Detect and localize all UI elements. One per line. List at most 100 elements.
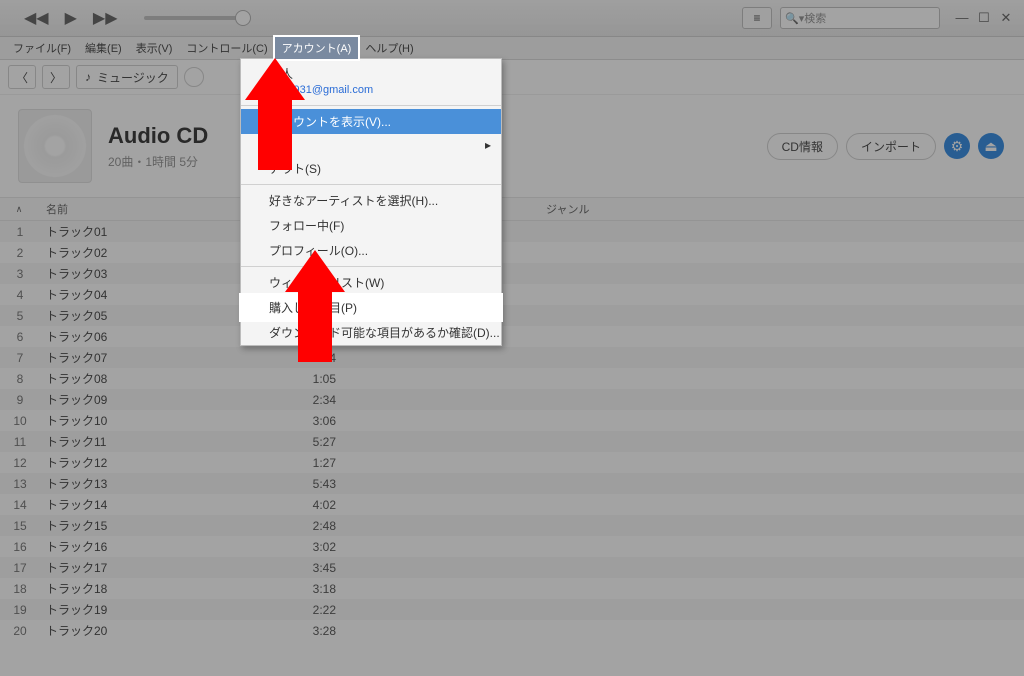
minimize-button[interactable]: — bbox=[952, 10, 972, 26]
play-icon[interactable]: ▶ bbox=[65, 8, 77, 28]
track-row[interactable]: 8トラック081:05 bbox=[0, 368, 1024, 389]
menu-item[interactable]: コントロール(C) bbox=[179, 37, 274, 59]
player-toolbar: ◀◀ ▶ ▶▶ ≡ 🔍▾ 検索 — ☐ ✕ bbox=[0, 0, 1024, 37]
dropdown-item[interactable]: ウィッシュリスト(W) bbox=[241, 270, 501, 295]
track-row[interactable]: 6トラック062:40 bbox=[0, 326, 1024, 347]
track-time: 3:06 bbox=[276, 414, 356, 428]
prev-icon[interactable]: ◀◀ bbox=[24, 8, 49, 28]
track-name: トラック17 bbox=[40, 559, 276, 576]
track-name: トラック12 bbox=[40, 454, 276, 471]
track-name: トラック11 bbox=[40, 433, 276, 450]
track-number: 11 bbox=[0, 435, 40, 449]
list-view-button[interactable]: ≡ bbox=[742, 7, 772, 29]
track-row[interactable]: 3トラック03 bbox=[0, 263, 1024, 284]
menu-bar: ファイル(F)編集(E)表示(V)コントロール(C)アカウント(A)ヘルプ(H) bbox=[0, 37, 1024, 60]
menu-item[interactable]: 編集(E) bbox=[78, 37, 129, 59]
track-row[interactable]: 5トラック055:05 bbox=[0, 305, 1024, 326]
track-number: 18 bbox=[0, 582, 40, 596]
track-row[interactable]: 16トラック163:02 bbox=[0, 536, 1024, 557]
track-time: 1:05 bbox=[276, 372, 356, 386]
track-row[interactable]: 4トラック04 bbox=[0, 284, 1024, 305]
track-row[interactable]: 7トラック072:44 bbox=[0, 347, 1024, 368]
track-name: トラック15 bbox=[40, 517, 276, 534]
track-row[interactable]: 15トラック152:48 bbox=[0, 515, 1024, 536]
track-time: 3:45 bbox=[276, 561, 356, 575]
menu-item[interactable]: ファイル(F) bbox=[6, 37, 78, 59]
track-number: 17 bbox=[0, 561, 40, 575]
track-name: トラック08 bbox=[40, 370, 276, 387]
cd-info-button[interactable]: CD情報 bbox=[767, 133, 838, 160]
cd-artwork bbox=[18, 109, 92, 183]
search-icon: 🔍▾ bbox=[785, 12, 804, 25]
track-time: 3:28 bbox=[276, 624, 356, 638]
back-button[interactable]: 〈 bbox=[8, 65, 36, 89]
maximize-button[interactable]: ☐ bbox=[974, 10, 994, 26]
track-time: 5:27 bbox=[276, 435, 356, 449]
track-name: トラック07 bbox=[40, 349, 276, 366]
album-header: Audio CD 20曲・1時間 5分 CD情報 インポート ⚙ ⏏ bbox=[0, 95, 1024, 197]
import-button[interactable]: インポート bbox=[846, 133, 936, 160]
activity-icon[interactable] bbox=[184, 67, 204, 87]
menu-item[interactable]: 表示(V) bbox=[129, 37, 180, 59]
menu-item[interactable]: ヘルプ(H) bbox=[358, 37, 420, 59]
track-columns-header: ∧ 名前 時間 アーティスト ジャンル bbox=[0, 197, 1024, 221]
track-number: 10 bbox=[0, 414, 40, 428]
close-button[interactable]: ✕ bbox=[996, 10, 1016, 26]
forward-button[interactable]: 〉 bbox=[42, 65, 70, 89]
annotation-arrow-1 bbox=[245, 58, 305, 170]
search-placeholder: 検索 bbox=[804, 10, 826, 26]
track-number: 15 bbox=[0, 519, 40, 533]
volume-slider[interactable] bbox=[144, 16, 244, 20]
track-number: 12 bbox=[0, 456, 40, 470]
dropdown-item[interactable]: ダウンロード可能な項目があるか確認(D)... bbox=[241, 320, 501, 345]
next-icon[interactable]: ▶▶ bbox=[93, 8, 118, 28]
track-name: トラック13 bbox=[40, 475, 276, 492]
track-time: 1:27 bbox=[276, 456, 356, 470]
track-row[interactable]: 14トラック144:02 bbox=[0, 494, 1024, 515]
dropdown-item[interactable]: フォロー中(F) bbox=[241, 213, 501, 238]
track-row[interactable]: 12トラック121:27 bbox=[0, 452, 1024, 473]
sort-asc-icon[interactable]: ∧ bbox=[16, 204, 23, 214]
dropdown-item[interactable]: 好きなアーティストを選択(H)... bbox=[241, 188, 501, 213]
track-name: トラック14 bbox=[40, 496, 276, 513]
search-input[interactable]: 🔍▾ 検索 bbox=[780, 7, 940, 29]
track-number: 8 bbox=[0, 372, 40, 386]
track-number: 4 bbox=[0, 288, 40, 302]
track-row[interactable]: 18トラック183:18 bbox=[0, 578, 1024, 599]
library-label: ミュージック bbox=[97, 69, 169, 86]
column-genre[interactable]: ジャンル bbox=[546, 201, 1024, 217]
track-number: 3 bbox=[0, 267, 40, 281]
annotation-arrow-2 bbox=[285, 250, 345, 362]
track-row[interactable]: 19トラック192:22 bbox=[0, 599, 1024, 620]
track-time: 3:18 bbox=[276, 582, 356, 596]
track-name: トラック09 bbox=[40, 391, 276, 408]
track-row[interactable]: 13トラック135:43 bbox=[0, 473, 1024, 494]
track-number: 19 bbox=[0, 603, 40, 617]
track-name: トラック20 bbox=[40, 622, 276, 639]
track-row[interactable]: 1トラック01 bbox=[0, 221, 1024, 242]
track-number: 20 bbox=[0, 624, 40, 638]
track-row[interactable]: 9トラック092:34 bbox=[0, 389, 1024, 410]
track-time: 2:22 bbox=[276, 603, 356, 617]
menu-item[interactable]: アカウント(A) bbox=[275, 37, 359, 59]
eject-button[interactable]: ⏏ bbox=[978, 133, 1004, 159]
track-time: 4:02 bbox=[276, 498, 356, 512]
library-selector[interactable]: ♪ ミュージック bbox=[76, 65, 178, 89]
track-number: 5 bbox=[0, 309, 40, 323]
track-row[interactable]: 10トラック103:06 bbox=[0, 410, 1024, 431]
track-number: 13 bbox=[0, 477, 40, 491]
track-number: 2 bbox=[0, 246, 40, 260]
music-note-icon: ♪ bbox=[85, 70, 91, 84]
track-row[interactable]: 2トラック02 bbox=[0, 242, 1024, 263]
dropdown-item[interactable]: 購入した項目(P) bbox=[241, 295, 501, 320]
track-row[interactable]: 20トラック203:28 bbox=[0, 620, 1024, 641]
track-row[interactable]: 11トラック115:27 bbox=[0, 431, 1024, 452]
nav-row: 〈 〉 ♪ ミュージック bbox=[0, 60, 1024, 95]
track-time: 2:34 bbox=[276, 393, 356, 407]
dropdown-item[interactable]: プロフィール(O)... bbox=[241, 238, 501, 263]
track-time: 3:02 bbox=[276, 540, 356, 554]
settings-button[interactable]: ⚙ bbox=[944, 133, 970, 159]
track-number: 14 bbox=[0, 498, 40, 512]
track-row[interactable]: 17トラック173:45 bbox=[0, 557, 1024, 578]
track-list: 1トラック012トラック023トラック034トラック045トラック055:056… bbox=[0, 221, 1024, 641]
